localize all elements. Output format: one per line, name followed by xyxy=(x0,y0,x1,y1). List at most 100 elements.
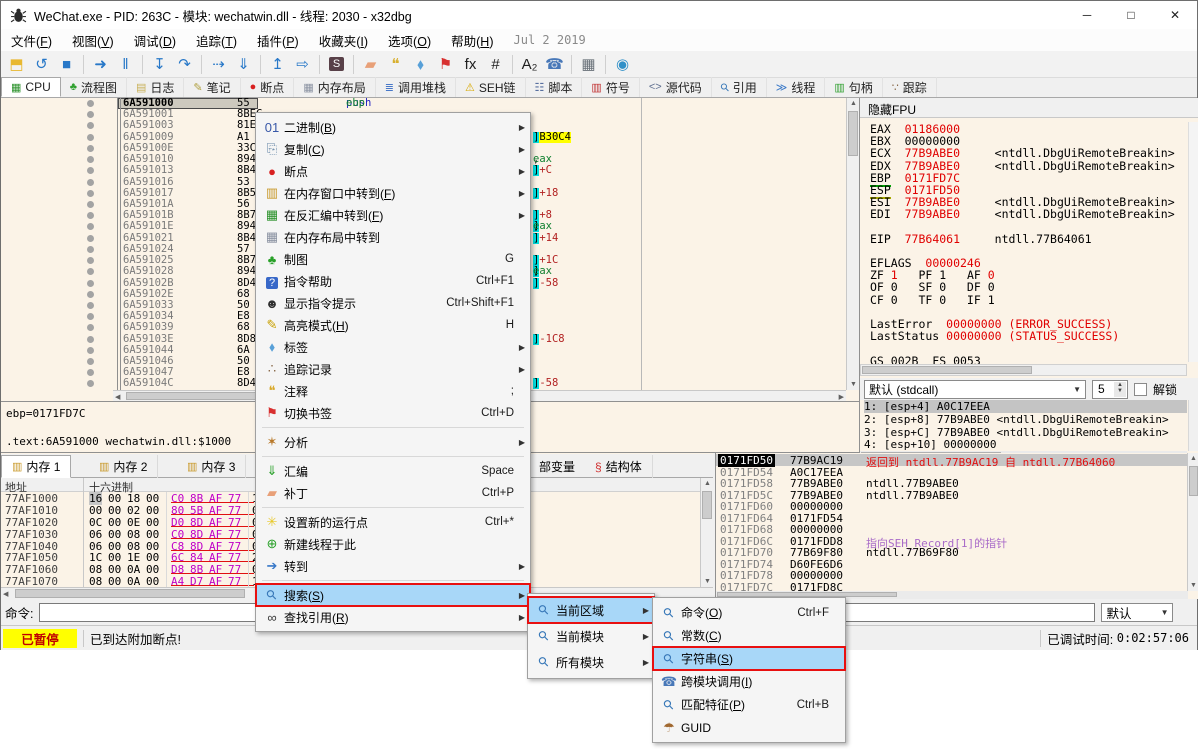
arg-count-stepper[interactable]: 5 ▲▼ xyxy=(1092,380,1128,399)
tab-SEH链[interactable]: ⚠SEH链 xyxy=(456,77,526,97)
maximize-button[interactable]: □ xyxy=(1109,1,1153,29)
breakpoint-dot-icon[interactable] xyxy=(87,302,94,309)
menu-item[interactable]: ☎跨模块调用(I) xyxy=(653,670,845,693)
tab-线程[interactable]: ≫线程 xyxy=(767,77,826,97)
menu-item[interactable]: 01二进制(B)▶ xyxy=(256,116,530,138)
stack-row[interactable]: 0171FD5877B9ABE0ntdll.77B9ABE0 xyxy=(716,477,1187,489)
register-line[interactable]: EBP 0171FD7C xyxy=(870,171,1187,183)
dump-vscrollbar[interactable]: ▲ ▼ xyxy=(700,478,713,587)
calculator-icon[interactable]: ▦ xyxy=(576,53,601,76)
menu-item[interactable]: ∞查找引用(R)▶ xyxy=(256,606,530,628)
register-line[interactable]: EAX 01186000 xyxy=(870,122,1187,134)
tab-断点[interactable]: ●断点 xyxy=(241,77,295,97)
register-line[interactable]: LastStatus 00000000 (STATUS_SUCCESS) xyxy=(870,329,1187,341)
breakpoint-dot-icon[interactable] xyxy=(87,380,94,387)
breakpoint-dot-icon[interactable] xyxy=(87,100,94,107)
labels-icon[interactable]: ⬧ xyxy=(408,53,433,76)
menu-item[interactable]: ⚲搜索(S)▶ xyxy=(256,584,530,606)
stack-row[interactable]: 0171FD6000000000 xyxy=(716,500,1187,512)
close-button[interactable]: ✕ xyxy=(1153,1,1197,29)
register-line[interactable] xyxy=(870,220,1187,232)
animate-icon[interactable]: S xyxy=(324,53,349,76)
menu-item[interactable]: ✶分析▶ xyxy=(256,431,530,453)
menu-item[interactable]: ▦在内存布局中转到 xyxy=(256,226,530,248)
register-line[interactable]: EIP 77B64061 ntdll.77B64061 xyxy=(870,232,1187,244)
calling-convention-select[interactable]: 默认 (stdcall) ▼ xyxy=(864,380,1086,399)
breakpoint-dot-icon[interactable] xyxy=(87,134,94,141)
stack-pane[interactable]: 0171FD5077B9AC19返回到 ntdll.77B9AC19 自 ntd… xyxy=(715,453,1198,599)
breakpoint-dot-icon[interactable] xyxy=(87,291,94,298)
tab-句柄[interactable]: ▥句柄 xyxy=(825,77,882,97)
scroll-up-icon[interactable]: ▲ xyxy=(704,480,711,487)
menu-item[interactable]: ❝注释; xyxy=(256,380,530,402)
argument-row[interactable]: 3: [esp+C] 77B9ABE0 <ntdll.DbgUiRemoteBr… xyxy=(864,426,1187,439)
menu-item[interactable]: ⊕新建线程于此 xyxy=(256,533,530,555)
step-out-icon[interactable]: ↥ xyxy=(265,53,290,76)
stop-icon[interactable]: ■ xyxy=(54,53,79,76)
scroll-down-icon[interactable]: ▼ xyxy=(704,578,711,585)
tab-流程图[interactable]: ♣流程图 xyxy=(61,77,127,97)
menu-item[interactable]: ♣制图G xyxy=(256,248,530,270)
menu-item[interactable]: ☂GUID xyxy=(653,716,845,739)
menu-item[interactable]: ☻显示指令提示Ctrl+Shift+F1 xyxy=(256,292,530,314)
menu-item[interactable]: ⚲所有模块▶ xyxy=(528,649,654,675)
register-line[interactable]: ZF 1 PF 1 AF 0 xyxy=(870,268,1187,280)
call-phone-icon[interactable]: ☎ xyxy=(542,53,567,76)
menu-item[interactable]: ✎高亮模式(H)H xyxy=(256,314,530,336)
step-over-icon[interactable]: ↷ xyxy=(172,53,197,76)
comments-icon[interactable]: ❝ xyxy=(383,53,408,76)
breakpoint-dot-icon[interactable] xyxy=(87,201,94,208)
register-line[interactable]: EBX 00000000 xyxy=(870,134,1187,146)
dump-tab-内存 1[interactable]: ▥内存 1 xyxy=(1,455,71,478)
disasm-vscrollbar[interactable]: ▲ ▼ xyxy=(846,98,859,390)
stack-row[interactable]: 0171FD5077B9AC19返回到 ntdll.77B9AC19 自 ntd… xyxy=(716,454,1187,466)
scroll-left-icon[interactable]: ◀ xyxy=(115,393,120,401)
menu-item[interactable]: ⚲字符串(S) xyxy=(653,647,845,670)
breakpoint-dot-icon[interactable] xyxy=(87,246,94,253)
stack-vscrollbar[interactable]: ▲ ▼ xyxy=(1187,453,1198,591)
argument-row[interactable]: 4: [esp+10] 00000000 xyxy=(864,438,1187,451)
command-script-select[interactable]: 默认 ▼ xyxy=(1101,603,1173,622)
menu-item[interactable]: ⎘复制(C)▶ xyxy=(256,138,530,160)
menubar-item[interactable]: 选项(O) xyxy=(378,29,441,52)
breakpoint-dot-icon[interactable] xyxy=(87,212,94,219)
title-bar[interactable]: WeChat.exe - PID: 263C - 模块: wechatwin.d… xyxy=(1,1,1197,29)
run-to-cursor-icon[interactable]: ⇢ xyxy=(206,53,231,76)
menu-item[interactable]: ▰补丁Ctrl+P xyxy=(256,482,530,504)
stack-row[interactable]: 0171FD7800000000 xyxy=(716,569,1187,581)
tab-脚本[interactable]: ☷脚本 xyxy=(526,77,583,97)
menu-item[interactable]: ⬧标签▶ xyxy=(256,336,530,358)
menubar-item[interactable]: 收藏夹(I) xyxy=(309,29,378,52)
register-line[interactable]: EDX 77B9ABE0 <ntdll.DbgUiRemoteBreakin> xyxy=(870,159,1187,171)
tab-符号[interactable]: ▥符号 xyxy=(582,77,639,97)
scroll-down-icon[interactable]: ▼ xyxy=(850,381,857,388)
menu-item[interactable]: ⚲命令(O)Ctrl+F xyxy=(653,601,845,624)
menu-item[interactable]: ?指令帮助Ctrl+F1 xyxy=(256,270,530,292)
stack-row[interactable]: 0171FD7077B69F80ntdll.77B69F80 xyxy=(716,546,1187,558)
register-line[interactable] xyxy=(870,244,1187,256)
menu-item[interactable]: ▦在反汇编中转到(F)▶ xyxy=(256,204,530,226)
breakpoint-dot-icon[interactable] xyxy=(87,257,94,264)
register-line[interactable]: OF 0 SF 0 DF 0 xyxy=(870,280,1187,292)
stack-row[interactable]: 0171FD54A0C17EEA xyxy=(716,466,1187,478)
scroll-right-icon[interactable]: ▶ xyxy=(839,393,844,401)
argument-row[interactable]: 2: [esp+8] 77B9ABE0 <ntdll.DbgUiRemoteBr… xyxy=(864,413,1187,426)
menu-item[interactable]: ⚲常数(C) xyxy=(653,624,845,647)
register-line[interactable]: CF 0 TF 0 IF 1 xyxy=(870,293,1187,305)
modify-icon[interactable]: # xyxy=(483,53,508,76)
dump-tab-内存 2[interactable]: ▥内存 2 xyxy=(89,455,158,478)
menubar-item[interactable]: 插件(P) xyxy=(247,29,309,52)
tab-调用堆栈[interactable]: ≣调用堆栈 xyxy=(376,77,456,97)
menu-item[interactable]: ⚲当前模块▶ xyxy=(528,623,654,649)
breakpoint-dot-icon[interactable] xyxy=(87,347,94,354)
dump-tab-struct[interactable]: §结构体 xyxy=(585,455,653,478)
breakpoint-dot-icon[interactable] xyxy=(87,268,94,275)
argument-row[interactable]: 1: [esp+4] A0C17EEA xyxy=(864,400,1187,413)
scroll-up-icon[interactable]: ▲ xyxy=(850,100,857,107)
hide-fpu-button[interactable]: 隐藏FPU xyxy=(860,98,1198,118)
stack-row[interactable]: 0171FD6C0171FDD8指向SEH_Record[1]的指针 xyxy=(716,535,1187,547)
breakpoint-dot-icon[interactable] xyxy=(87,167,94,174)
registers-vscrollbar[interactable] xyxy=(1188,122,1198,362)
step-into-icon[interactable]: ↧ xyxy=(147,53,172,76)
register-line[interactable]: EDI 77B9ABE0 <ntdll.DbgUiRemoteBreakin> xyxy=(870,207,1187,219)
